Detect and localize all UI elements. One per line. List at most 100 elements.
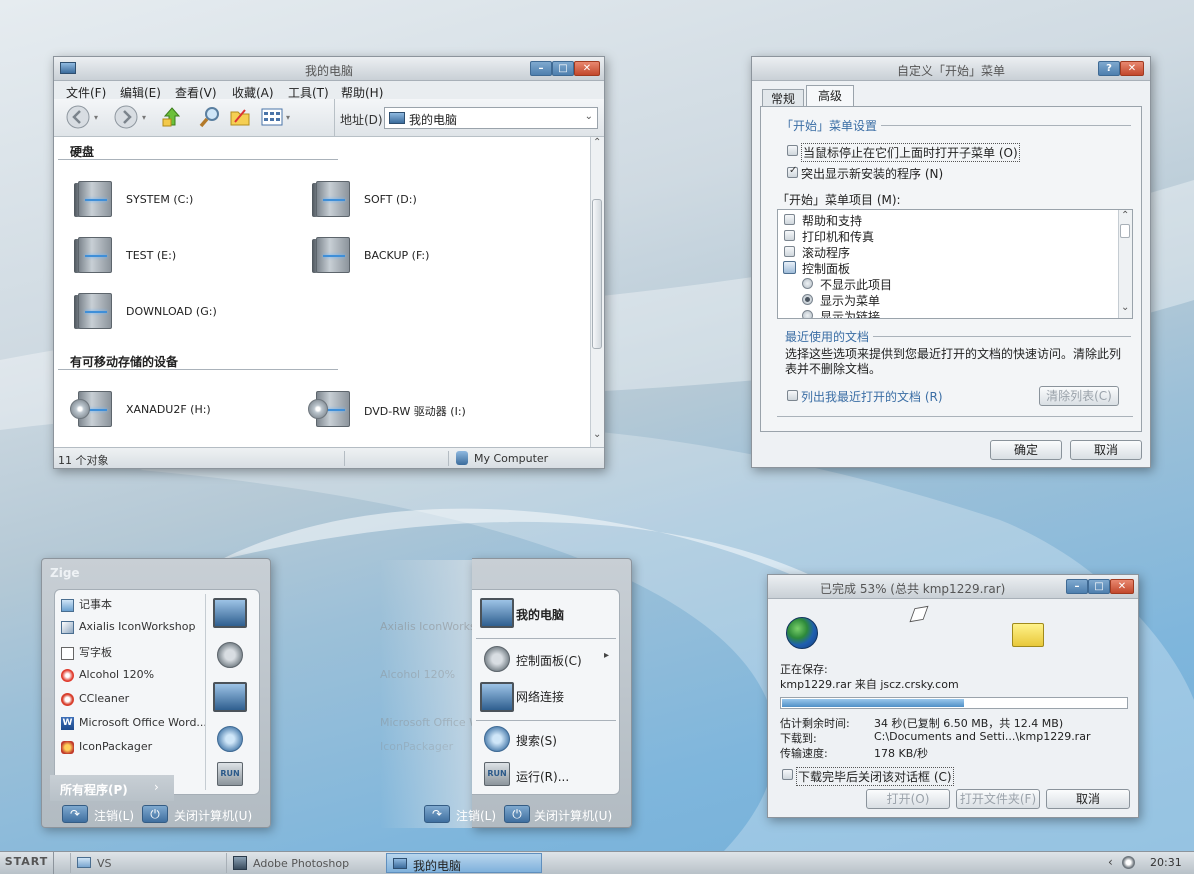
close-button[interactable]: ✕	[1120, 61, 1144, 76]
drive-label[interactable]: DVD-RW 驱动器 (I:)	[364, 403, 466, 419]
tab-general[interactable]: 常规	[762, 89, 804, 107]
menu-network[interactable]: 网络连接	[516, 688, 564, 705]
back-icon[interactable]	[66, 105, 90, 129]
views-dropdown-icon[interactable]: ▾	[286, 113, 290, 122]
list-recent-checkbox[interactable]	[787, 390, 798, 401]
menu-control-panel[interactable]: 控制面板(C)	[516, 652, 582, 669]
all-programs-tab[interactable]: 所有程序(P) ›	[50, 775, 174, 801]
scroll-down-icon[interactable]: ⌄	[1121, 302, 1129, 313]
item-checkbox[interactable]	[784, 230, 795, 241]
title-bar[interactable]: 自定义「开始」菜单 ? ✕	[752, 57, 1150, 81]
address-field[interactable]: 我的电脑 ⌄	[384, 107, 598, 129]
title-bar[interactable]: 我的电脑 – □ ✕	[54, 57, 604, 81]
program-wordpad[interactable]: 写字板	[61, 644, 112, 660]
close-on-complete-label[interactable]: 下载完毕后关闭该对话框 (C)	[796, 767, 954, 786]
program-alcohol[interactable]: Alcohol 120%	[61, 668, 154, 682]
cancel-download-button[interactable]: 取消	[1046, 789, 1130, 809]
item-radio[interactable]	[802, 278, 813, 289]
tab-advanced[interactable]: 高级	[806, 85, 854, 107]
program-ccleaner[interactable]: CCleaner	[61, 692, 129, 706]
hover-submenu-checkbox[interactable]	[787, 145, 798, 156]
menu-my-computer[interactable]: 我的电脑	[516, 606, 564, 623]
drive-icon[interactable]	[74, 179, 116, 219]
logoff-button[interactable]: ↷ 注销(L)	[62, 805, 142, 825]
open-folder-button[interactable]: 打开文件夹(F)	[956, 789, 1040, 809]
list-item[interactable]: 打印机和传真	[802, 228, 874, 245]
drive-label[interactable]: DOWNLOAD (G:)	[126, 305, 217, 318]
scroll-thumb[interactable]	[592, 199, 602, 349]
drive-icon[interactable]	[312, 179, 354, 219]
drive-icon[interactable]	[74, 291, 116, 331]
list-item[interactable]: 显示为菜单	[820, 292, 880, 309]
program-iconworkshop[interactable]: Axialis IconWorkshop	[61, 620, 195, 634]
maximize-button[interactable]: □	[552, 61, 574, 76]
monitor-icon[interactable]	[213, 598, 247, 628]
item-radio[interactable]	[802, 310, 813, 318]
title-bar[interactable]: 已完成 53% (总共 kmp1229.rar) – □ ✕	[768, 575, 1138, 599]
menu-search[interactable]: 搜索(S)	[516, 732, 557, 749]
back-dropdown-icon[interactable]: ▾	[94, 113, 98, 122]
minimize-button[interactable]: –	[530, 61, 552, 76]
usb-drive-icon[interactable]	[70, 389, 116, 429]
drive-label[interactable]: SOFT (D:)	[364, 193, 417, 206]
program-notepad[interactable]: 记事本	[61, 596, 112, 612]
address-dropdown-icon[interactable]: ⌄	[585, 111, 593, 122]
forward-dropdown-icon[interactable]: ▾	[142, 113, 146, 122]
maximize-button[interactable]: □	[1088, 579, 1110, 594]
shutdown-button[interactable]: ⏻ 关闭计算机(U)	[142, 805, 266, 825]
views-icon[interactable]	[260, 105, 284, 129]
drive-label[interactable]: SYSTEM (C:)	[126, 193, 193, 206]
cancel-button[interactable]: 取消	[1070, 440, 1142, 460]
taskbar-item-vs[interactable]: VS	[70, 853, 220, 873]
scroll-thumb[interactable]	[1120, 224, 1130, 238]
forward-icon[interactable]	[114, 105, 138, 129]
list-item[interactable]: 帮助和支持	[802, 212, 862, 229]
item-checkbox[interactable]	[784, 246, 795, 257]
drive-label[interactable]: XANADU2F (H:)	[126, 403, 211, 416]
start-items-list[interactable]: 帮助和支持 打印机和传真 滚动程序 控制面板 不显示此项目 显示为菜单 显示为链…	[777, 209, 1133, 319]
scroll-down-icon[interactable]: ⌄	[593, 429, 601, 440]
highlight-new-label[interactable]: 突出显示新安装的程序 (N)	[801, 165, 943, 182]
list-scrollbar[interactable]: ⌃ ⌄	[1118, 210, 1132, 318]
list-item[interactable]: 不显示此项目	[820, 276, 892, 293]
shutdown-button[interactable]: ⏻ 关闭计算机(U)	[504, 805, 628, 825]
drive-label[interactable]: TEST (E:)	[126, 249, 176, 262]
folders-icon[interactable]	[228, 105, 252, 129]
logoff-button[interactable]: ↷ 注销(L)	[424, 805, 504, 825]
settings-gear-icon[interactable]	[217, 642, 243, 668]
start-button[interactable]: START	[0, 852, 54, 874]
program-iconpackager[interactable]: IconPackager	[61, 740, 152, 754]
menu-run[interactable]: 运行(R)...	[516, 768, 569, 785]
search-icon[interactable]	[198, 105, 222, 129]
ok-button[interactable]: 确定	[990, 440, 1062, 460]
dvd-drive-icon[interactable]	[308, 389, 354, 429]
list-item[interactable]: 滚动程序	[802, 244, 850, 261]
list-item[interactable]: 显示为链接	[820, 308, 880, 318]
network-icon[interactable]	[213, 682, 247, 712]
help-button[interactable]: ?	[1098, 61, 1120, 76]
close-button[interactable]: ✕	[1110, 579, 1134, 594]
close-on-complete-checkbox[interactable]	[782, 769, 793, 780]
hover-submenu-label[interactable]: 当鼠标停止在它们上面时打开子菜单 (O)	[801, 143, 1020, 162]
close-button[interactable]: ✕	[574, 61, 600, 76]
volume-icon[interactable]	[1122, 856, 1135, 869]
clear-list-button[interactable]: 清除列表(C)	[1039, 386, 1119, 406]
drive-label[interactable]: BACKUP (F:)	[364, 249, 429, 262]
drive-icon[interactable]	[312, 235, 354, 275]
taskbar-item-photoshop[interactable]: Adobe Photoshop	[226, 853, 380, 873]
up-folder-icon[interactable]	[160, 105, 184, 129]
run-icon[interactable]: RUN	[217, 762, 243, 786]
highlight-new-checkbox[interactable]: ✓	[787, 165, 798, 178]
item-radio[interactable]	[802, 294, 813, 305]
list-recent-label[interactable]: 列出我最近打开的文档 (R)	[801, 388, 943, 405]
tray-expand-icon[interactable]: ‹	[1108, 855, 1113, 869]
vertical-scrollbar[interactable]: ⌃ ⌄	[590, 137, 604, 447]
program-word[interactable]: W Microsoft Office Word...	[61, 716, 207, 730]
item-checkbox[interactable]	[784, 214, 795, 225]
search-globe-icon[interactable]	[217, 726, 243, 752]
list-item[interactable]: 控制面板	[802, 260, 850, 277]
drive-icon[interactable]	[74, 235, 116, 275]
open-button[interactable]: 打开(O)	[866, 789, 950, 809]
scroll-up-icon[interactable]: ⌃	[593, 137, 601, 148]
taskbar-item-mycomputer[interactable]: 我的电脑	[386, 853, 542, 873]
